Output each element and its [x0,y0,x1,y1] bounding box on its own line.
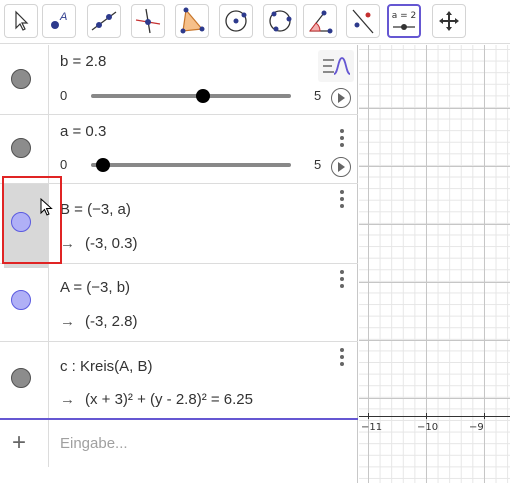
x-tick-label: −9 [469,422,484,433]
output-arrow: → [60,313,75,330]
grid-line [359,108,510,109]
svg-text:A: A [59,11,67,23]
play-button[interactable] [331,88,351,108]
perpendicular-line-icon [135,8,161,34]
x-tick [426,413,427,419]
red-annotation-box [2,176,62,264]
output-arrow: → [60,391,75,408]
point-tool-button[interactable]: A [42,4,76,38]
x-tick [368,413,369,419]
move-tool-button[interactable] [4,4,38,38]
graphics-view[interactable]: −11 −10 −9 [359,45,510,483]
visibility-toggle[interactable] [11,138,31,158]
algebra-row-point-a[interactable]: A = (−3, b) → (-3, 2.8) [0,264,358,342]
visibility-toggle[interactable] [11,290,31,310]
grid-line [359,340,510,341]
circle-three-points-tool-button[interactable] [263,4,297,38]
point-icon: A [51,11,67,29]
slider-max: 5 [314,157,322,172]
reflect-about-line-icon [352,9,374,34]
play-button[interactable] [331,157,351,177]
marble-column [0,115,49,183]
slider-definition[interactable]: a = 0.3 [60,123,106,140]
x-tick-label: −11 [361,422,383,433]
more-menu-icon[interactable] [336,129,348,147]
slider-thumb[interactable] [96,158,110,172]
marble-column [0,45,49,114]
grid-line [359,224,510,225]
x-axis [359,416,510,417]
output-arrow: → [60,235,75,252]
marble-column [0,342,49,418]
toolbar: A a = 2 [0,0,510,44]
slider-tool-button[interactable]: a = 2 [387,4,421,38]
point-output-value: (-3, 2.8) [85,313,138,330]
input-placeholder[interactable]: Eingabe... [60,435,128,452]
angle-icon [309,10,333,34]
algebra-row-slider-b[interactable]: b = 2.8 0 5 [0,45,358,115]
input-bar[interactable]: + Eingabe... [0,418,358,467]
slider-track[interactable] [91,163,291,167]
conic-definition[interactable]: c : Kreis(A, B) [60,358,153,375]
polygon-icon [180,7,205,34]
move-graphics-view-icon [439,11,459,31]
visibility-toggle[interactable] [11,69,31,89]
line-icon [91,11,117,31]
polygon-tool-button[interactable] [175,4,209,38]
circle-center-tool-button[interactable] [219,4,253,38]
angle-tool-button[interactable] [303,4,337,38]
point-output: → (-3, 0.3) [60,235,138,252]
conic-output: → (x + 3)² + (y - 2.8)² = 6.25 [60,391,253,408]
slider-thumb[interactable] [196,89,210,103]
x-tick-label: −10 [417,422,439,433]
point-output: → (-3, 2.8) [60,313,138,330]
style-bar-toggle[interactable] [318,50,354,82]
algebra-style-icon [323,57,351,75]
slider-tool-label: a = 2 [391,11,417,21]
algebra-row-circle-c[interactable]: c : Kreis(A, B) → (x + 3)² + (y - 2.8)² =… [0,342,358,418]
grid-line [359,398,510,399]
more-menu-icon[interactable] [336,190,348,208]
marble-column [0,264,49,341]
slider-min: 0 [60,157,68,172]
line-tool-button[interactable] [87,4,121,38]
conic-output-value: (x + 3)² + (y - 2.8)² = 6.25 [85,391,253,408]
circle-three-points-icon [269,10,292,32]
slider-min: 0 [60,88,68,103]
point-definition[interactable]: A = (−3, b) [60,279,130,296]
add-icon[interactable]: + [12,429,26,457]
perpendicular-tool-button[interactable] [131,4,165,38]
visibility-toggle[interactable] [11,368,31,388]
slider-max: 5 [314,88,322,103]
point-output-value: (-3, 0.3) [85,235,138,252]
move-pointer-icon [15,10,29,31]
circle-center-point-icon [225,10,247,32]
point-definition[interactable]: B = (−3, a) [60,201,131,218]
algebra-row-slider-a[interactable]: a = 0.3 0 5 [0,115,358,184]
mouse-cursor-icon [40,198,53,216]
reflect-tool-button[interactable] [346,4,380,38]
algebra-view: b = 2.8 0 5 a = 0.3 0 5 B = (−3, a) → (-3… [0,45,358,483]
move-graphics-tool-button[interactable] [432,4,466,38]
grid-line [359,282,510,283]
slider-definition[interactable]: b = 2.8 [60,53,106,70]
more-menu-icon[interactable] [336,348,348,366]
grid-line [359,166,510,167]
slider-track[interactable] [91,94,291,98]
x-tick [484,413,485,419]
more-menu-icon[interactable] [336,270,348,288]
